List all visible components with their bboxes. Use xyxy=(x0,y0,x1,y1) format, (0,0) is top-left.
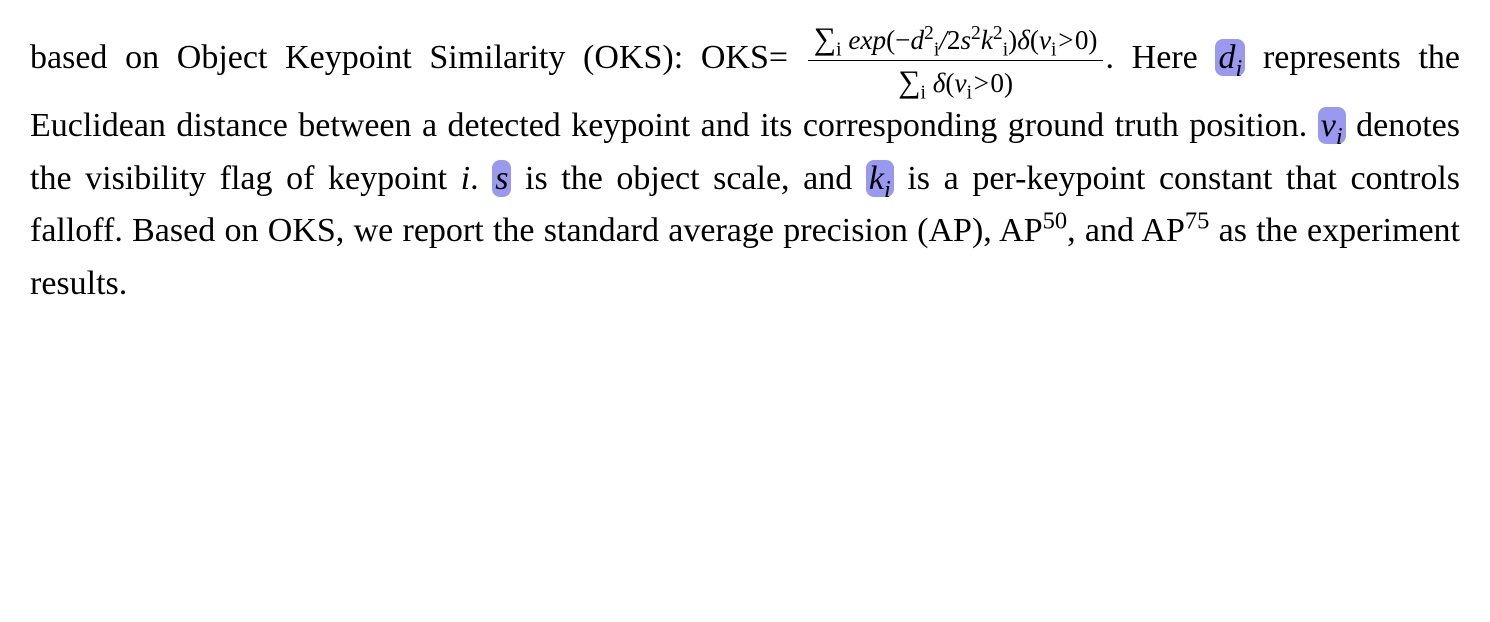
var-v: v xyxy=(1321,107,1336,144)
exponent: 2 xyxy=(924,23,934,44)
exponent: 2 xyxy=(993,23,1003,44)
var-i: i xyxy=(461,160,470,197)
left-paren: (− xyxy=(886,25,910,55)
var-v: v xyxy=(1039,25,1051,55)
exp-function: exp xyxy=(848,25,886,55)
subscript: i xyxy=(1235,55,1242,82)
var-s: s xyxy=(960,25,971,55)
zero-paren: 0) xyxy=(990,68,1013,98)
gt: > xyxy=(972,68,990,98)
superscript-75: 75 xyxy=(1185,208,1209,235)
right-paren: ) xyxy=(1008,25,1017,55)
text-segment: . xyxy=(470,160,492,197)
text-segment: , and AP xyxy=(1067,212,1185,249)
subscript: i xyxy=(884,176,891,203)
delta: δ xyxy=(1017,25,1030,55)
paper-paragraph: based on Object Keypoint Similarity (OKS… xyxy=(30,20,1460,311)
gt: > xyxy=(1056,25,1074,55)
slash: / xyxy=(939,25,947,55)
equals: = xyxy=(769,39,788,76)
var-d: d xyxy=(910,25,924,55)
var-k: k xyxy=(869,160,884,197)
text-segment: based on Object Keypoint Similarity (OKS… xyxy=(30,39,769,76)
zero-paren: 0) xyxy=(1075,25,1098,55)
highlight-ki: ki xyxy=(866,160,894,197)
var-v: v xyxy=(954,68,966,98)
left-paren: ( xyxy=(1030,25,1039,55)
var-k: k xyxy=(981,25,993,55)
exponent: 2 xyxy=(971,23,981,44)
sum-symbol: ∑ xyxy=(814,21,836,56)
text-segment: is the object scale, and xyxy=(511,160,865,197)
fraction-denominator: ∑i δ(vi>0) xyxy=(808,61,1104,101)
highlight-di: di xyxy=(1215,39,1245,76)
fraction-numerator: ∑i exp(−d2i/2s2k2i)δ(vi>0) xyxy=(808,20,1104,61)
subscript: i xyxy=(1336,123,1343,150)
highlight-s: s xyxy=(492,160,511,197)
text-segment: . Here xyxy=(1105,39,1215,76)
var-s: s xyxy=(495,160,508,197)
sum-index: i xyxy=(921,82,926,103)
oks-fraction: ∑i exp(−d2i/2s2k2i)δ(vi>0) ∑i δ(vi>0) xyxy=(808,20,1104,100)
highlight-vi: vi xyxy=(1318,107,1346,144)
sum-symbol: ∑ xyxy=(898,64,920,99)
const-2: 2 xyxy=(947,25,961,55)
var-d: d xyxy=(1218,39,1235,76)
delta: δ xyxy=(933,68,946,98)
superscript-50: 50 xyxy=(1043,208,1067,235)
sum-index: i xyxy=(836,39,841,60)
